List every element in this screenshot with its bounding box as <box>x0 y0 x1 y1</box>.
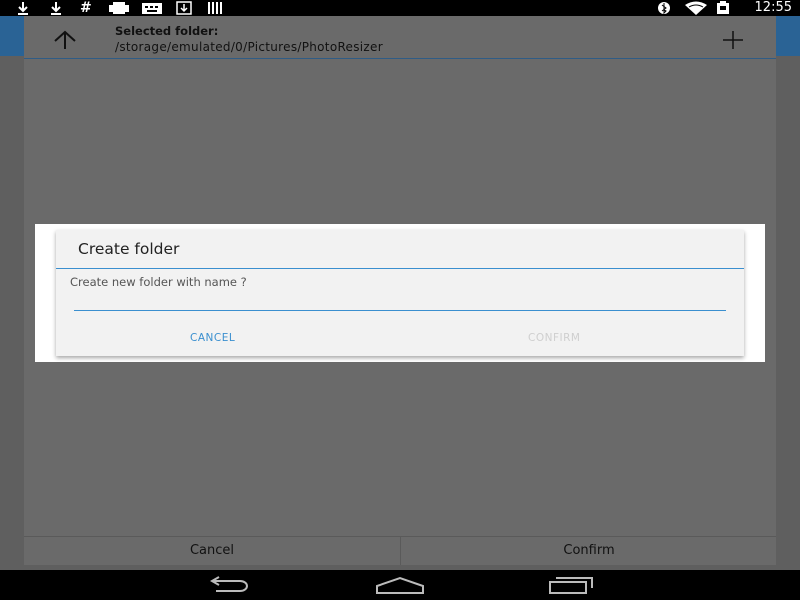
cancel-button[interactable]: Cancel <box>24 537 400 565</box>
status-bar: # 12:55 <box>0 0 800 16</box>
folder-chooser-footer: Cancel Confirm <box>24 536 776 565</box>
save-icon <box>176 1 192 15</box>
create-folder-dialog: Create folder Create new folder with nam… <box>56 230 744 356</box>
barcode-icon <box>207 1 225 15</box>
header-divider <box>24 58 776 59</box>
recents-icon[interactable] <box>548 576 594 598</box>
up-arrow-icon[interactable] <box>52 30 78 50</box>
navigation-bar <box>0 570 800 600</box>
dialog-cancel-button[interactable]: CANCEL <box>190 332 235 344</box>
download-icon <box>49 1 63 15</box>
hash-icon: # <box>80 0 92 16</box>
dialog-title-divider <box>56 268 744 269</box>
folder-name-input[interactable] <box>74 292 726 311</box>
folder-chooser-header: Selected folder: /storage/emulated/0/Pic… <box>24 16 776 58</box>
keyboard-icon <box>142 1 162 15</box>
status-time: 12:55 <box>754 0 792 15</box>
wifi-icon <box>684 1 708 15</box>
back-icon[interactable] <box>206 576 252 598</box>
print-icon <box>108 1 130 15</box>
dialog-title: Create folder <box>78 240 180 258</box>
add-folder-icon[interactable] <box>720 29 746 51</box>
dialog-prompt: Create new folder with name ? <box>70 275 247 289</box>
selected-folder-path: /storage/emulated/0/Pictures/PhotoResize… <box>115 40 383 54</box>
download-icon <box>16 1 30 15</box>
dialog-confirm-button[interactable]: CONFIRM <box>528 332 580 344</box>
home-icon[interactable] <box>375 576 425 598</box>
bluetooth-icon <box>657 1 671 15</box>
battery-icon <box>716 1 730 15</box>
confirm-button[interactable]: Confirm <box>400 537 777 565</box>
selected-folder-label: Selected folder: <box>115 24 219 38</box>
